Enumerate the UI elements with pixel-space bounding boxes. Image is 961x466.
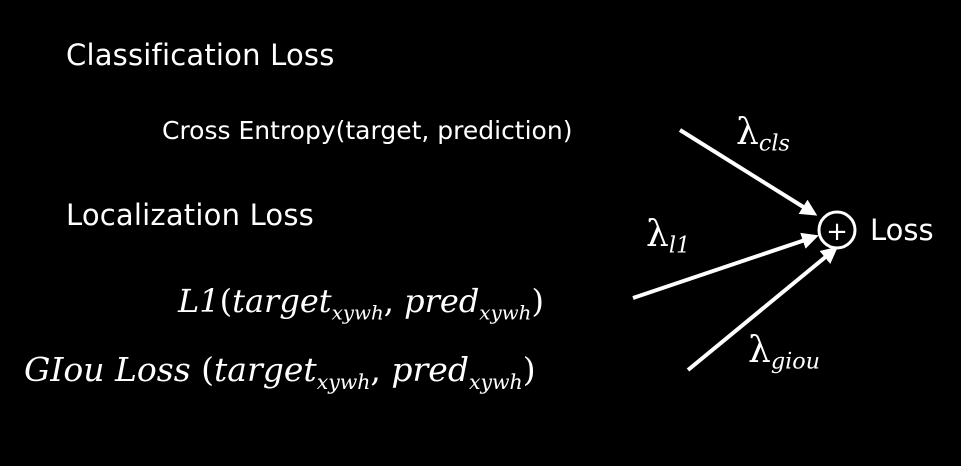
arrows-layer: + Loss [632,128,934,372]
loss-output-label: Loss [870,213,934,247]
giou-arrow [686,246,838,372]
sum-node-plus: + [826,217,848,247]
cls-arrow [678,128,818,216]
